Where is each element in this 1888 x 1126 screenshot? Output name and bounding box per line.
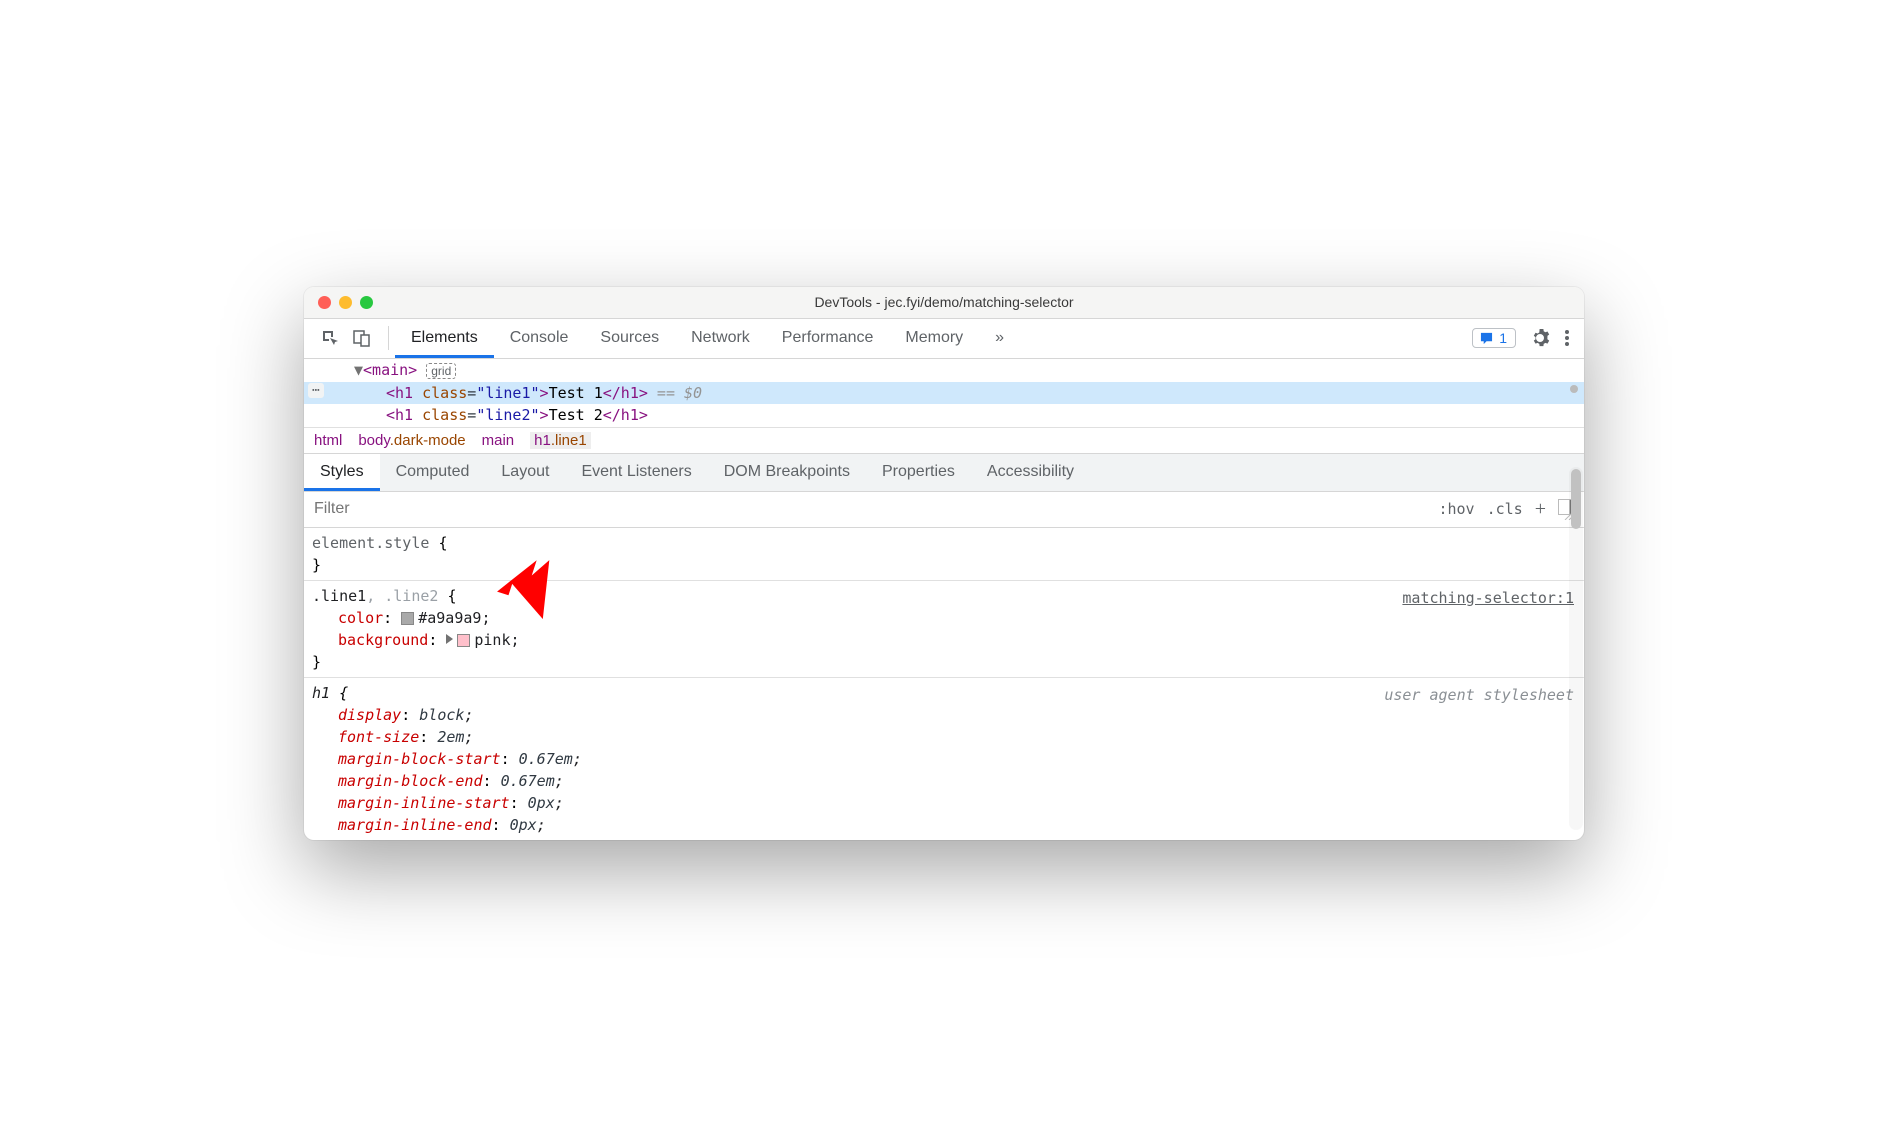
scroll-indicator xyxy=(1570,385,1578,393)
arrow-annotation xyxy=(492,553,552,625)
rule-source-link[interactable]: matching-selector:1 xyxy=(1402,587,1574,609)
rule-ua-source: user agent stylesheet xyxy=(1384,684,1574,706)
filter-input[interactable] xyxy=(312,500,1438,518)
tab-console[interactable]: Console xyxy=(494,319,585,358)
dom-node-main[interactable]: ▼<main> grid xyxy=(304,359,1584,382)
device-toggle-icon[interactable] xyxy=(352,328,372,348)
tab-sources[interactable]: Sources xyxy=(584,319,675,358)
issues-badge[interactable]: 1 xyxy=(1472,328,1516,348)
breadcrumb-h1[interactable]: h1.line1 xyxy=(530,432,591,449)
expand-shorthand-icon[interactable] xyxy=(446,634,453,644)
styles-filterbar: :hov .cls + xyxy=(304,492,1584,528)
titlebar: DevTools - jec.fyi/demo/matching-selecto… xyxy=(304,287,1584,319)
tab-memory[interactable]: Memory xyxy=(889,319,979,358)
breadcrumb-body[interactable]: body.dark-mode xyxy=(358,432,465,449)
scrollbar[interactable] xyxy=(1569,467,1583,830)
close-window-button[interactable] xyxy=(318,296,331,309)
rule-h1-ua[interactable]: user agent stylesheet h1 { display: bloc… xyxy=(304,678,1584,840)
dom-node-h1-line1[interactable]: <h1 class="line1">Test 1</h1> == $0 xyxy=(304,382,1584,404)
breadcrumb-html[interactable]: html xyxy=(314,432,342,449)
subtab-properties[interactable]: Properties xyxy=(866,454,971,491)
subtab-dom-breakpoints[interactable]: DOM Breakpoints xyxy=(708,454,866,491)
panel-tabs: Elements Console Sources Network Perform… xyxy=(395,319,1020,358)
subtab-layout[interactable]: Layout xyxy=(485,454,565,491)
devtools-window: DevTools - jec.fyi/demo/matching-selecto… xyxy=(304,287,1584,840)
issues-count: 1 xyxy=(1499,330,1507,346)
tab-elements[interactable]: Elements xyxy=(395,319,494,358)
dom-node-h1-line2[interactable]: <h1 class="line2">Test 2</h1> xyxy=(304,404,1584,426)
color-swatch[interactable] xyxy=(457,634,470,647)
styles-panel: element.style { } matching-selector:1 .l… xyxy=(304,528,1584,840)
new-style-rule-button[interactable]: + xyxy=(1535,498,1546,521)
tab-network[interactable]: Network xyxy=(675,319,766,358)
dom-tree[interactable]: ▼<main> grid <h1 class="line1">Test 1</h… xyxy=(304,359,1584,427)
color-swatch[interactable] xyxy=(401,612,414,625)
inspect-icon[interactable] xyxy=(320,328,340,348)
rule-line1-line2[interactable]: matching-selector:1 .line1, .line2 { col… xyxy=(304,581,1584,678)
decl-background[interactable]: background: pink; xyxy=(312,629,1576,651)
zoom-window-button[interactable] xyxy=(360,296,373,309)
main-toolbar: Elements Console Sources Network Perform… xyxy=(304,319,1584,359)
subtab-accessibility[interactable]: Accessibility xyxy=(971,454,1090,491)
traffic-lights xyxy=(304,296,373,309)
settings-icon[interactable] xyxy=(1530,328,1550,348)
tab-performance[interactable]: Performance xyxy=(766,319,890,358)
styles-subtabs: Styles Computed Layout Event Listeners D… xyxy=(304,454,1584,492)
subtab-computed[interactable]: Computed xyxy=(380,454,486,491)
hov-toggle[interactable]: :hov xyxy=(1438,500,1474,518)
kebab-menu-icon[interactable] xyxy=(1564,328,1570,348)
minimize-window-button[interactable] xyxy=(339,296,352,309)
tab-more[interactable]: » xyxy=(979,319,1020,358)
dom-ellipsis[interactable]: ⋯ xyxy=(308,383,324,398)
window-title: DevTools - jec.fyi/demo/matching-selecto… xyxy=(304,294,1584,310)
subtab-styles[interactable]: Styles xyxy=(304,454,380,491)
breadcrumb: html body.dark-mode main h1.line1 xyxy=(304,427,1584,454)
subtab-event-listeners[interactable]: Event Listeners xyxy=(565,454,707,491)
cls-toggle[interactable]: .cls xyxy=(1487,500,1523,518)
breadcrumb-main[interactable]: main xyxy=(482,432,515,449)
grid-badge[interactable]: grid xyxy=(426,363,456,379)
